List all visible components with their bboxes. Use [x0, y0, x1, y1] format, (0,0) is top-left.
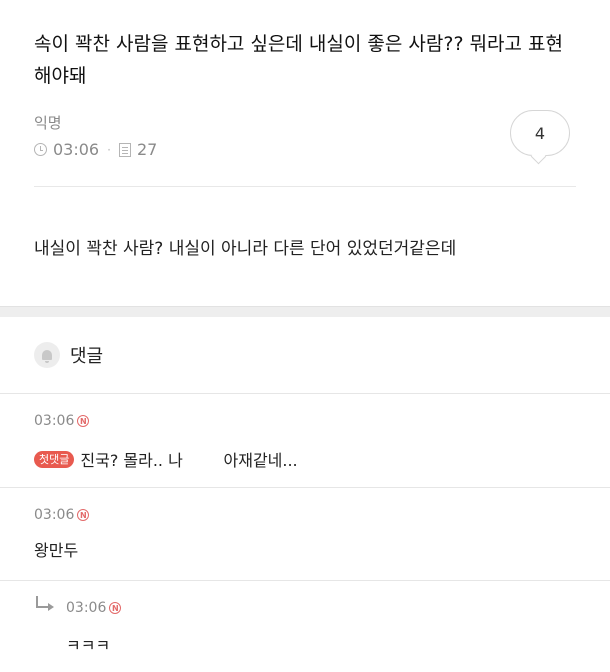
bell-icon[interactable]	[34, 342, 60, 368]
header-divider	[34, 186, 576, 187]
comments-title: 댓글	[70, 346, 104, 367]
view-count-icon	[118, 142, 131, 157]
comment-time: 03:06	[34, 507, 75, 523]
comment-count-button[interactable]: 4	[510, 110, 570, 156]
comment-text: 왕만두	[34, 541, 79, 560]
comments-divider	[0, 393, 610, 394]
post-body: 내실이 꽉찬 사람? 내실이 아니라 다른 단어 있었던거같은데	[34, 239, 457, 259]
comment-count: 4	[534, 123, 546, 143]
comments-header: 댓글	[34, 342, 103, 368]
comment-time-row: 03:06 N	[34, 507, 90, 523]
comment-item[interactable]: 첫댓글 진국? 몰라.. 나 아재같네...	[34, 447, 298, 471]
comment-time: 03:06	[66, 600, 107, 616]
comment-text: 진국? 몰라.. 나 아재같네...	[80, 451, 298, 470]
new-badge-icon: N	[77, 415, 90, 427]
comment-time-row: 03:06 N	[66, 600, 122, 616]
post-author: 익명	[34, 114, 62, 132]
section-separator	[0, 306, 610, 317]
comment-time: 03:06	[34, 413, 75, 429]
comment-item[interactable]: 왕만두	[34, 537, 78, 561]
meta-separator: ·	[107, 142, 111, 157]
reply-arrow-icon	[36, 596, 54, 611]
first-comment-badge: 첫댓글	[34, 450, 75, 468]
post-title: 속이 꽉찬 사람을 표현하고 싶은데 내실이 좋은 사람?? 뭐라고 표현해야돼	[34, 33, 564, 87]
post-view-count: 27	[136, 140, 158, 159]
reply-item[interactable]: ㅋㅋㅋ	[66, 632, 110, 656]
clock-icon	[34, 143, 47, 156]
comment-time-row: 03:06 N	[34, 413, 90, 429]
new-badge-icon: N	[77, 509, 90, 521]
post-meta: 03:06 · 27	[34, 140, 157, 159]
new-badge-icon: N	[109, 602, 122, 614]
comment-divider	[0, 487, 610, 488]
comment-divider	[0, 580, 610, 581]
comment-text: ㅋㅋㅋ	[66, 636, 111, 655]
post-time: 03:06	[53, 140, 100, 159]
